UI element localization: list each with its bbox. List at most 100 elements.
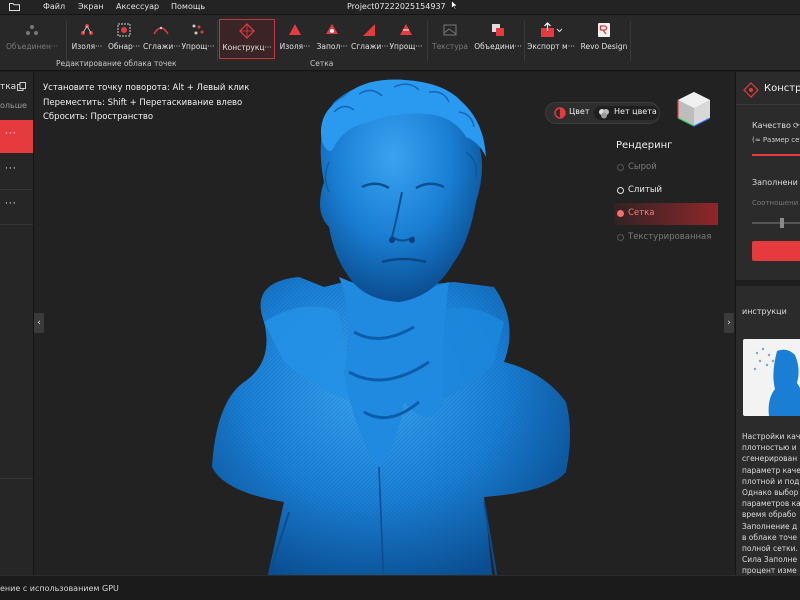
isolate-mesh-button[interactable]: Изоля··· bbox=[277, 19, 313, 59]
mesh-group-label: Сетка bbox=[310, 59, 334, 68]
tool-label: Запол··· bbox=[316, 42, 348, 51]
separator bbox=[630, 21, 631, 61]
render-option-label: Сырой bbox=[628, 162, 657, 172]
smooth-mesh-button[interactable]: Сглажи··· bbox=[351, 19, 389, 59]
list-item-label: ··· bbox=[5, 164, 17, 174]
color-option[interactable]: Цвет bbox=[569, 107, 590, 116]
simplify-mesh-button[interactable]: Упрощ··· bbox=[388, 19, 424, 59]
mouse-cursor-icon bbox=[451, 0, 459, 13]
tool-label: Упрощ··· bbox=[389, 42, 423, 51]
radio-icon bbox=[617, 187, 624, 194]
render-option-label: Сетка bbox=[628, 208, 655, 218]
no-color-icon bbox=[599, 109, 609, 119]
no-color-option[interactable]: Нет цвета bbox=[614, 107, 657, 116]
tool-label: Текстура bbox=[431, 42, 468, 51]
menu-file[interactable]: Файл bbox=[43, 2, 65, 11]
render-option-mesh[interactable]: Сетка bbox=[614, 203, 718, 225]
tool-label: Изоля··· bbox=[71, 42, 103, 51]
render-option-fused[interactable]: Слитый bbox=[614, 180, 718, 202]
detect-button[interactable]: Обнар··· bbox=[106, 19, 142, 59]
refresh-icon[interactable]: ⟳ bbox=[793, 121, 800, 130]
isolate-mesh-icon bbox=[289, 24, 301, 35]
separator bbox=[427, 21, 428, 61]
status-bar: ение с использованием GPU bbox=[0, 575, 800, 600]
quality-slider[interactable] bbox=[752, 154, 800, 156]
menu-help[interactable]: Помощь bbox=[171, 2, 205, 11]
construct-mesh-button[interactable]: Конструкц··· bbox=[219, 19, 275, 59]
list-item-selected[interactable]: ··· bbox=[0, 120, 33, 153]
rendering-title: Рендеринг bbox=[616, 140, 673, 151]
right-panel: Констр Качество ⟳ (≈ Размер сет Заполнен… bbox=[735, 72, 800, 575]
construct-icon bbox=[743, 82, 759, 98]
divider bbox=[0, 224, 33, 225]
export-icon bbox=[541, 22, 563, 37]
copy-icon[interactable] bbox=[17, 82, 26, 94]
smooth-pointcloud-button[interactable]: Сглажи··· bbox=[143, 19, 181, 59]
simplify-mesh-icon bbox=[400, 24, 412, 35]
radio-icon bbox=[617, 210, 624, 217]
fill-holes-icon bbox=[326, 24, 338, 34]
list-item-label: ··· bbox=[5, 199, 17, 209]
tool-label: Сглажи··· bbox=[143, 42, 181, 51]
render-option-label: Слитый bbox=[628, 185, 663, 195]
panel-title: Констр bbox=[764, 83, 800, 94]
view-cube-icon[interactable] bbox=[672, 88, 716, 132]
fill-label: Заполнени bbox=[752, 178, 798, 187]
menu-screen[interactable]: Экран bbox=[78, 2, 104, 11]
list-item[interactable]: ··· bbox=[0, 155, 33, 188]
menu-bar: Файл Экран Аксессуар Помощь Project07222… bbox=[0, 0, 800, 15]
color-mode-toggle[interactable]: Цвет Нет цвета bbox=[545, 102, 660, 124]
tool-label: Экспорт м··· bbox=[527, 42, 575, 51]
tool-label: Объедини··· bbox=[474, 42, 522, 51]
isolate-button[interactable]: Изоля··· bbox=[69, 19, 105, 59]
mesh-size-hint: (≈ Размер сет bbox=[752, 136, 800, 144]
collapse-left-button[interactable]: ‹ bbox=[34, 313, 44, 333]
list-item[interactable]: ··· bbox=[0, 190, 33, 223]
render-option-raw[interactable]: Сырой bbox=[614, 157, 718, 179]
merge-mesh-button[interactable]: Объедини··· bbox=[474, 19, 522, 59]
tool-label: Конструкц··· bbox=[222, 43, 272, 52]
smooth-mesh-icon bbox=[363, 24, 375, 36]
menu-accessory[interactable]: Аксессуар bbox=[116, 2, 159, 11]
ribbon-toolbar: Объединен··· Изоля··· Обнар··· Сглажи···… bbox=[0, 15, 800, 71]
instructions-text: Настройки кач плотностью и сгенерирован … bbox=[742, 432, 800, 575]
3d-viewport[interactable]: Установите точку поворота: Alt + Левый к… bbox=[34, 72, 735, 575]
tool-label: Revo Design bbox=[580, 42, 628, 51]
collapse-right-button[interactable]: › bbox=[724, 313, 734, 333]
simplify-pointcloud-button[interactable]: Упрощ··· bbox=[180, 19, 216, 59]
tool-label: Обнар··· bbox=[108, 42, 140, 51]
pointcloud-group-label: Редактирование облака точек bbox=[56, 59, 177, 68]
texture-button[interactable]: Текстура bbox=[430, 19, 470, 59]
window-title: Project07222025154937 bbox=[347, 2, 446, 11]
merge-mesh-icon bbox=[492, 24, 504, 36]
ratio-slider[interactable] bbox=[752, 222, 800, 224]
merge-pointcloud-button[interactable]: Объединен··· bbox=[0, 19, 64, 59]
separator bbox=[524, 21, 525, 61]
isolate-icon bbox=[81, 24, 93, 35]
divider bbox=[0, 478, 33, 479]
mesh-model[interactable] bbox=[204, 72, 584, 575]
revo-design-button[interactable]: Revo Design bbox=[580, 19, 628, 59]
smooth-icon bbox=[153, 26, 169, 35]
apply-button[interactable] bbox=[752, 241, 800, 261]
separator bbox=[66, 21, 67, 61]
export-model-button[interactable]: Экспорт м··· bbox=[526, 19, 576, 59]
texture-icon bbox=[443, 24, 457, 36]
instruction-thumbnail bbox=[743, 339, 800, 416]
separator bbox=[217, 21, 218, 61]
slider-handle[interactable] bbox=[780, 218, 784, 228]
tool-label: Упрощ··· bbox=[181, 42, 215, 51]
merge-icon bbox=[26, 25, 38, 35]
folder-icon[interactable] bbox=[9, 2, 20, 14]
radio-icon bbox=[617, 164, 624, 171]
list-item-label: ··· bbox=[5, 129, 17, 139]
status-text: ение с использованием GPU bbox=[0, 584, 119, 593]
quality-label: Качество bbox=[752, 121, 791, 130]
fill-holes-button[interactable]: Запол··· bbox=[314, 19, 350, 59]
render-option-textured[interactable]: Текстурированная bbox=[614, 227, 718, 249]
simplify-icon bbox=[192, 24, 204, 35]
tool-label: Сглажи··· bbox=[351, 42, 389, 51]
color-icon bbox=[554, 107, 566, 119]
left-panel-title: тка bbox=[0, 82, 17, 92]
revo-design-icon bbox=[598, 23, 610, 37]
